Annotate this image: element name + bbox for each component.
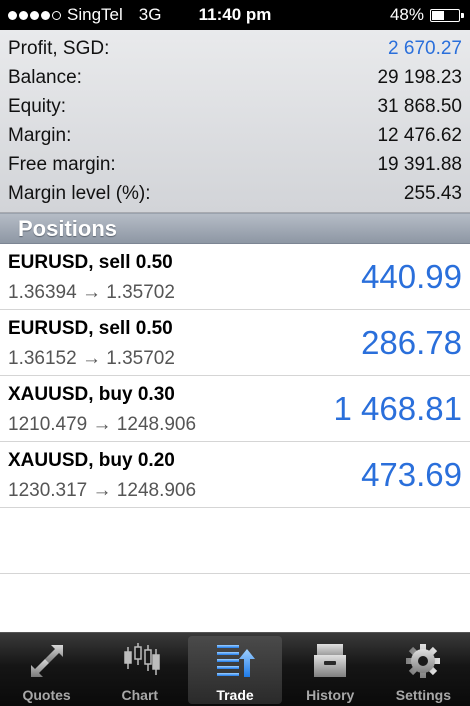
summary-row-free-margin: Free margin: 19 391.88	[0, 150, 470, 179]
position-prices: 1230.317 → 1248.906	[8, 480, 197, 501]
tab-trade[interactable]: Trade	[188, 636, 282, 704]
position-prices: 1210.479 → 1248.906	[8, 414, 197, 435]
tab-bar: Quotes Chart Trade History Settings	[0, 632, 470, 706]
position-row[interactable]: EURUSD, sell 0.50 1.36394 → 1.35702 440.…	[0, 244, 470, 310]
summary-row-margin: Margin: 12 476.62	[0, 121, 470, 150]
status-bar: SingTel 3G 11:40 pm 48%	[0, 0, 470, 30]
tab-settings[interactable]: Settings	[377, 633, 470, 706]
position-row[interactable]: XAUUSD, buy 0.30 1210.479 → 1248.906 1 4…	[0, 376, 470, 442]
summary-label: Balance:	[8, 66, 82, 88]
summary-label: Free margin:	[8, 153, 116, 175]
tab-quotes[interactable]: Quotes	[0, 633, 93, 706]
position-profit: 440.99	[361, 258, 462, 295]
tab-label: Chart	[121, 687, 159, 703]
summary-label: Margin:	[8, 124, 72, 146]
tab-label: Trade	[216, 687, 254, 703]
summary-row-equity: Equity: 31 868.50	[0, 92, 470, 121]
battery-percent: 48%	[389, 5, 424, 24]
tab-chart[interactable]: Chart	[93, 633, 186, 706]
summary-value: 31 868.50	[377, 95, 462, 117]
position-profit: 473.69	[361, 456, 462, 493]
summary-value: 2 670.27	[388, 37, 462, 59]
summary-value: 12 476.62	[377, 124, 462, 146]
tab-label: Quotes	[22, 687, 71, 703]
tab-label: Settings	[395, 687, 452, 703]
positions-list[interactable]: EURUSD, sell 0.50 1.36394 → 1.35702 440.…	[0, 244, 470, 574]
trade-icon	[217, 645, 255, 677]
summary-label: Profit, SGD:	[8, 37, 110, 59]
position-symbol: XAUUSD, buy 0.30	[8, 384, 175, 405]
position-profit: 286.78	[361, 324, 462, 361]
summary-label: Equity:	[8, 95, 67, 117]
account-summary: Profit, SGD: 2 670.27 Balance: 29 198.23…	[0, 30, 470, 213]
position-prices: 1.36394 → 1.35702	[8, 282, 175, 303]
summary-row-profit: Profit, SGD: 2 670.27	[0, 34, 470, 63]
position-prices: 1.36152 → 1.35702	[8, 348, 175, 369]
position-symbol: XAUUSD, buy 0.20	[8, 450, 175, 471]
summary-value: 29 198.23	[377, 66, 462, 88]
summary-value: 19 391.88	[377, 153, 462, 175]
battery-icon	[430, 8, 464, 22]
summary-row-margin-level: Margin level (%): 255.43	[0, 179, 470, 208]
status-right: 48%	[389, 5, 464, 25]
history-icon	[314, 644, 347, 677]
position-symbol: EURUSD, sell 0.50	[8, 318, 173, 339]
summary-row-balance: Balance: 29 198.23	[0, 63, 470, 92]
settings-icon	[406, 644, 441, 678]
position-row[interactable]: XAUUSD, buy 0.20 1230.317 → 1248.906 473…	[0, 442, 470, 508]
summary-value: 255.43	[403, 182, 462, 204]
position-row[interactable]: EURUSD, sell 0.50 1.36152 → 1.35702 286.…	[0, 310, 470, 376]
summary-label: Margin level (%):	[8, 182, 151, 204]
positions-section-header: Positions	[0, 213, 470, 244]
chart-icon	[124, 643, 160, 675]
tab-label: History	[306, 687, 355, 703]
position-symbol: EURUSD, sell 0.50	[8, 252, 173, 273]
empty-row	[0, 508, 470, 574]
quotes-icon	[30, 645, 63, 677]
position-profit: 1 468.81	[333, 390, 462, 427]
tab-history[interactable]: History	[284, 633, 377, 706]
